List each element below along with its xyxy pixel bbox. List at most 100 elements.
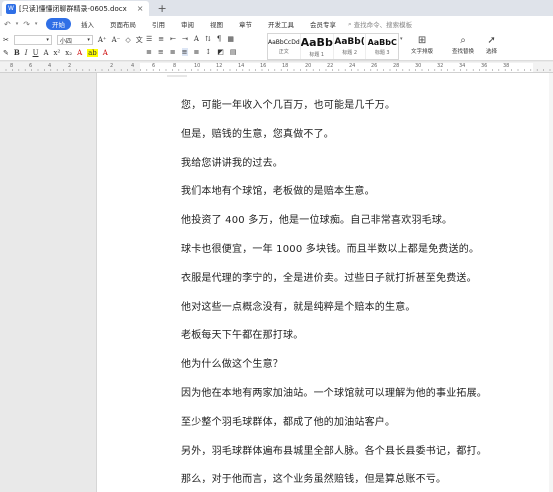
ruler-number: 18 — [282, 63, 289, 69]
font-color-icon[interactable]: A — [77, 49, 82, 57]
table-border-icon[interactable]: ▤ — [230, 48, 237, 56]
ruler-number: 20 — [305, 63, 312, 69]
strikethrough-icon[interactable]: A — [43, 49, 48, 57]
grow-font-icon[interactable]: A⁺ — [98, 36, 107, 44]
command-search[interactable]: ⌕ 查找命令、搜索模板 — [348, 19, 413, 30]
paragraph[interactable]: 衣服是代理的李宁的，全是进价卖。过些日子就打折甚至免费送。 — [181, 269, 477, 284]
tab-review[interactable]: 审阅 — [173, 19, 202, 29]
style-preview: AaBb( — [334, 37, 365, 47]
font-name-select[interactable]: ▾ — [13, 35, 52, 45]
shrink-font-icon[interactable]: A⁻ — [112, 36, 121, 44]
bullets-icon[interactable]: ☰ — [146, 35, 152, 43]
paragraph[interactable]: 因为他在本地有两家加油站。一个球馆就可以理解为他的事业拓展。 — [181, 384, 487, 399]
text-layout-button[interactable]: ⊞ 文字排版 — [411, 35, 433, 55]
ruler-number: 10 — [194, 63, 201, 69]
ruler-number: 2 — [110, 63, 114, 69]
styles-expand-icon[interactable]: ▾ — [400, 36, 403, 42]
chevron-down-icon: ▾ — [87, 37, 90, 43]
ruler-number: 8 — [173, 63, 177, 69]
paragraph[interactable]: 另外，羽毛球群体遍布县城里全部人脉。各个县长县委书记，都打。 — [181, 442, 487, 457]
document-page[interactable]: 您，可能一年收入个几百万，也可能是几千万。 但是，赔钱的生意，您真做不了。 我给您讲… — [96, 73, 553, 492]
select-label: 选择 — [486, 49, 498, 55]
dropdown-arrow-icon[interactable]: ▾ — [35, 21, 38, 27]
paragraph[interactable]: 但是，赔钱的生意，您真做不了。 — [181, 125, 334, 140]
borders-icon[interactable]: ▦ — [227, 35, 234, 43]
font-size-select[interactable]: 小四 ▾ — [56, 35, 93, 45]
paragraph[interactable]: 至少整个羽毛球群体，都成了他的加油站客户。 — [181, 413, 395, 428]
style-heading-3[interactable]: AaBbC 标题 3 — [366, 34, 398, 59]
styles-gallery: AaBbCcDd 正文 AaBb 标题 1 AaBb( 标题 2 AaBbC 标… — [267, 33, 399, 60]
highlight-icon[interactable]: ab — [87, 48, 98, 57]
paragraph[interactable]: 他投资了 400 多万，他是一位球痴。自己非常喜欢羽毛球。 — [181, 211, 452, 226]
text-effect-icon[interactable]: A — [103, 49, 108, 57]
document-tab[interactable]: W [只读]懂懂闭聊群精录-0605.docx × — [2, 1, 150, 16]
ribbon-home: ✂ ▾ 小四 ▾ A⁺ A⁻ ◇ 文 ✎ B I U A x² x₂ A ab — [0, 32, 553, 61]
ruler-number: 26 — [371, 63, 378, 69]
vertical-scrollbar[interactable] — [549, 73, 553, 492]
tab-developer[interactable]: 开发工具 — [260, 19, 302, 29]
tab-insert[interactable]: 插入 — [73, 19, 102, 29]
close-tab-icon[interactable]: × — [137, 4, 144, 13]
align-center-icon[interactable]: ≡ — [158, 48, 164, 56]
superscript-icon[interactable]: x² — [54, 49, 61, 57]
line-spacing-icon[interactable]: ↕ — [205, 48, 211, 56]
shading-icon[interactable]: ◩ — [217, 48, 224, 56]
paragraph[interactable]: 球卡也很便宜，一年 1000 多块钱。而且半数以上都是免费送的。 — [181, 240, 479, 255]
underline-icon[interactable]: U — [33, 49, 39, 57]
style-preview: AaBb — [300, 35, 333, 49]
document-area[interactable]: 您，可能一年收入个几百万，也可能是几千万。 但是，赔钱的生意，您真做不了。 我给您讲… — [0, 73, 553, 492]
font-size-value: 小四 — [59, 37, 72, 45]
style-normal[interactable]: AaBbCcDd 正文 — [268, 34, 301, 59]
paragraph[interactable]: 老板每天下午都在那打球。 — [181, 326, 303, 341]
show-marks-icon[interactable]: ¶ — [217, 35, 221, 43]
justify-icon[interactable]: ≡ — [181, 48, 188, 56]
subscript-icon[interactable]: x₂ — [65, 49, 72, 57]
style-heading-2[interactable]: AaBb( 标题 2 — [334, 34, 367, 59]
decrease-indent-icon[interactable]: ⇤ — [170, 35, 176, 43]
new-tab-icon[interactable]: + — [157, 2, 166, 15]
text-boundary-mark — [167, 75, 187, 77]
command-search-placeholder: 查找命令、搜索模板 — [353, 21, 413, 29]
tab-references[interactable]: 引用 — [144, 19, 173, 29]
ruler-number: 22 — [327, 63, 334, 69]
clipboard-icon[interactable]: ✂ — [3, 36, 9, 44]
dropdown-arrow-icon[interactable]: ▾ — [16, 21, 19, 27]
bold-icon[interactable]: B — [14, 48, 20, 57]
style-label: 标题 1 — [309, 51, 325, 58]
distributed-icon[interactable]: ≣ — [194, 48, 200, 56]
ruler-number: 6 — [152, 63, 156, 69]
format-painter-icon[interactable]: ✎ — [3, 49, 9, 57]
undo-icon[interactable]: ↶ — [4, 20, 11, 29]
paragraph[interactable]: 那么，对于他而言，这个业务虽然赔钱，但是算总账不亏。 — [181, 470, 446, 485]
text-layout-label: 文字排版 — [411, 49, 434, 55]
italic-icon[interactable]: I — [25, 49, 28, 57]
tab-member[interactable]: 会员专享 — [302, 19, 344, 29]
tab-view[interactable]: 视图 — [202, 19, 231, 29]
increase-indent-icon[interactable]: ⇥ — [182, 35, 188, 43]
sort-icon[interactable]: ⇅ — [205, 35, 211, 43]
find-replace-button[interactable]: ⌕ 查找替换 — [452, 35, 474, 55]
paragraph[interactable]: 我给您讲讲我的过去。 — [181, 154, 283, 169]
clear-format-icon[interactable]: ◇ — [125, 36, 130, 44]
tab-home[interactable]: 开始 — [46, 18, 71, 30]
numbering-icon[interactable]: ≡ — [158, 35, 164, 43]
paragraph[interactable]: 您，可能一年收入个几百万，也可能是几千万。 — [181, 96, 395, 111]
chinese-layout-icon[interactable]: A — [194, 35, 199, 43]
menu-bar: ↶ ▾ ↷ ▾ 开始 插入 页面布局 引用 审阅 视图 章节 开发工具 会员专享… — [0, 16, 553, 32]
select-button[interactable]: ➚ 选择 — [486, 35, 497, 55]
ruler-number: 12 — [216, 63, 223, 69]
horizontal-ruler[interactable]: 8 6 4 2 2 4 6 8 10 12 14 16 18 20 22 24 26 28 30 32 34 36 38 — [0, 62, 553, 73]
style-heading-1[interactable]: AaBb 标题 1 — [301, 34, 334, 59]
search-icon: ⌕ — [348, 19, 352, 28]
paragraph[interactable]: 我们本地有个球馆，老板做的是赔本生意。 — [181, 182, 375, 197]
ruler-ticks — [5, 69, 551, 71]
phonetic-icon[interactable]: 文 — [136, 35, 143, 45]
align-right-icon[interactable]: ≣ — [170, 48, 176, 56]
redo-icon[interactable]: ↷ — [23, 20, 30, 29]
tab-section[interactable]: 章节 — [231, 19, 260, 29]
ruler-number: 30 — [415, 63, 422, 69]
paragraph[interactable]: 他为什么做这个生意？ — [181, 355, 283, 370]
paragraph[interactable]: 他对这些一点概念没有，就是纯粹是个赔本的生意。 — [181, 298, 416, 313]
align-left-icon[interactable]: ≣ — [146, 48, 152, 56]
tab-page-layout[interactable]: 页面布局 — [102, 19, 144, 29]
